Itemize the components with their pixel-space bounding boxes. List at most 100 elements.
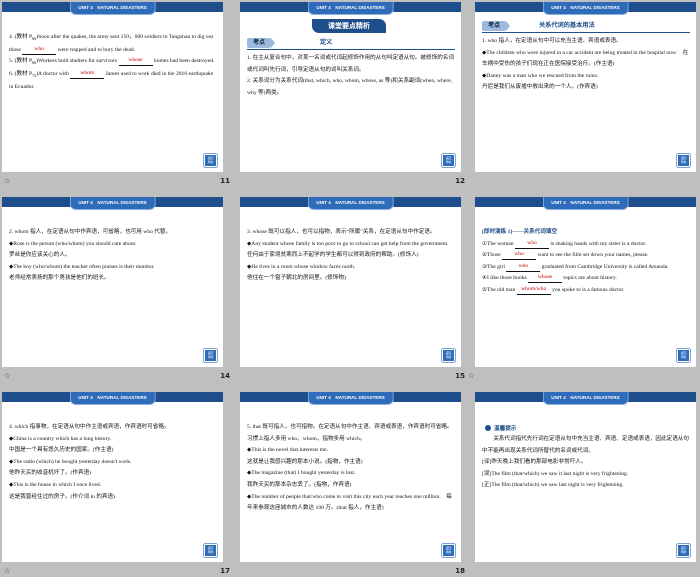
slide-thumbnail[interactable]: UNIT 4 NATURAL DISASTERS [即时演练 1]——关系代词填空… [475, 197, 696, 367]
back-navigation-button[interactable]: 返回 导航 [442, 154, 455, 167]
answer-blank[interactable]: who [514, 239, 549, 249]
slide-number: 15 [455, 372, 465, 380]
button-label: 导航 [445, 354, 452, 359]
slide-header-label: UNIT 4 NATURAL DISASTERS [69, 197, 156, 210]
text-line: ◆China is a country which has a long his… [9, 435, 112, 442]
button-label: 导航 [445, 159, 452, 164]
slide-thumbnail[interactable]: UNIT 4 NATURAL DISASTERS 考点 关系代词的基本用法 1. wh… [475, 2, 696, 172]
text-line: [正]The film (that/which) we saw last nig… [482, 482, 624, 489]
answer-blank[interactable]: who [22, 45, 57, 55]
text-segment: )Workers built shelters for survivors [36, 58, 119, 65]
text-line: ④I like those books whose topics are abo… [482, 273, 690, 285]
slide-body: 1. 在主从复合句中，对某一名词或代词起修饰作用的从句叫定语从句。被修饰的名词或… [247, 53, 455, 99]
text-line: 3. whose 既可以指人，也可以指物，表示“所属”关系，在定语从句中作定语。 [247, 229, 436, 235]
text-line: 5. (教材 P66)Workers built shelters for su… [9, 56, 217, 69]
slide-body: 4. which 指事物，在定语从句中作主语或宾语，作宾语时可省略。 ◆China… [9, 422, 217, 503]
button-label: 导航 [445, 549, 452, 554]
text-line: 老师经常表扬的那个男孩是他们的班长。 [9, 275, 110, 282]
practice-heading: [即时演练 1]——关系代词填空 [482, 229, 558, 235]
text-line: 这是我曾经住过的房子。(作介词 in 的宾语) [9, 493, 115, 500]
slide-thumbnail[interactable]: UNIT 4 NATURAL DISASTERS 2. whom 指人，在定语从句… [2, 197, 223, 367]
slide-number: 17 [220, 567, 230, 575]
back-navigation-button[interactable]: 返回 导航 [677, 544, 690, 557]
slide-header-label: UNIT 4 NATURAL DISASTERS [69, 392, 156, 405]
star-icon[interactable]: ☆ [4, 372, 10, 380]
answer-blank[interactable]: whom [70, 69, 105, 79]
slide-thumbnail[interactable]: UNIT 4 NATURAL DISASTERS 4. (教材 P66)Soon … [2, 2, 223, 172]
slide-body: 2. whom 指人，在定语从句中作宾语，可省略，也可用 who 代替。 ◆Ros… [9, 227, 217, 285]
text-line: 丹尼是我们从废墟中救出来的一个人。(作宾语) [482, 84, 598, 91]
kaodian-underline [247, 49, 455, 50]
back-navigation-button[interactable]: 返回 导航 [204, 349, 217, 362]
text-segment: ⑤The old man [482, 286, 517, 293]
text-line: ◆Danny was a man who we rescued from the… [482, 72, 599, 79]
answer-blank[interactable]: who [506, 262, 541, 272]
text-segment: homes had been destroyed. [152, 58, 215, 65]
star-icon[interactable]: ☆ [4, 567, 10, 575]
slide-header-label: UNIT 4 NATURAL DISASTERS [69, 2, 156, 15]
text-line: 2. 关系词分为关系代词(that, which, who, whom, who… [247, 78, 453, 96]
text-line: 他昨天买的收音机坏了。(作宾语) [9, 470, 92, 477]
slide-body: 3. whose 既可以指人，也可以指物，表示“所属”关系，在定语从句中作定语。… [247, 227, 455, 285]
answer-blank[interactable]: whose [118, 56, 153, 67]
text-segment: graduated from Cambridge University is c… [540, 263, 669, 270]
back-navigation-button[interactable]: 返回 导航 [204, 154, 217, 167]
slide-header-bar: UNIT 4 NATURAL DISASTERS [475, 392, 696, 405]
back-navigation-button[interactable]: 返回 导航 [204, 544, 217, 557]
text-segment: is shaking hands with my sister is a doc… [548, 240, 647, 247]
text-line: ◆This is the house in which I once lived… [9, 481, 102, 488]
button-label: 导航 [680, 549, 687, 554]
text-line: 我昨天买的那本杂志丢了。(指物，作宾语) [247, 481, 352, 488]
text-line: 这就是让我感兴趣的那本小说。(指物，作主语) [247, 458, 363, 465]
back-navigation-button[interactable]: 返回 导航 [677, 349, 690, 362]
text-segment: 5. (教材 P [9, 58, 33, 65]
text-segment: ①The woman [482, 240, 515, 247]
text-line: ◆Rose is the person (who/whom) you shoul… [9, 240, 137, 247]
slide-thumbnail[interactable]: UNIT 4 NATURAL DISASTERS 温馨提示 关系代词指代先行词在定… [475, 392, 696, 562]
star-icon[interactable]: ☆ [468, 372, 474, 380]
text-line: 4. which 指事物，在定语从句中作主语或宾语，作宾语时可省略。 [9, 424, 170, 430]
text-line: 中国是一个具有悠久历史的国家。(作主语) [9, 447, 114, 454]
slide-header-label: UNIT 4 NATURAL DISASTERS [307, 392, 394, 405]
slide-thumbnail[interactable]: UNIT 4 NATURAL DISASTERS 课堂要点精析 考点 定义 1. 在主从… [240, 2, 461, 172]
text-line: ◆Any student whose family is too poor to… [247, 240, 449, 247]
warm-tip-heading: 温馨提示 [485, 424, 516, 432]
text-line: [译]昨天晚上我们看的那部电影非常吓人。 [482, 459, 587, 466]
answer-blank[interactable]: whom/who [516, 285, 551, 295]
answer-blank[interactable]: whose [528, 273, 563, 284]
text-line: ◆The number of people that/who come to v… [247, 493, 452, 512]
star-icon[interactable]: ☆ [4, 177, 10, 185]
text-line: 1. 在主从复合句中，对某一名词或代词起修饰作用的从句叫定语从句。被修饰的名词或… [247, 55, 454, 73]
back-navigation-button[interactable]: 返回 导航 [442, 349, 455, 362]
slide-header-label: UNIT 4 NATURAL DISASTERS [307, 2, 394, 15]
slide-thumbnail[interactable]: UNIT 4 NATURAL DISASTERS 4. which 指事物，在定语… [2, 392, 223, 562]
text-line: 2. whom 指人，在定语从句中作宾语，可省略，也可用 who 代替。 [9, 229, 172, 235]
text-line: 5. that 既可指人，也可指物。在定语从句中作主语、宾语或表语，作宾语时可省… [247, 424, 453, 442]
slide-body: 关系代词指代先行词在定语从句中充当主语、宾语、定语或表语，因此定语从句中不能再出… [482, 434, 690, 492]
answer-blank[interactable]: who [502, 250, 537, 261]
back-navigation-button[interactable]: 返回 导航 [442, 544, 455, 557]
text-line: ◆The children who were injured in a car … [482, 49, 689, 68]
text-line: 关系代词指代先行词在定语从句中充当主语、宾语、定语或表语，因此定语从句中不能再出… [482, 436, 689, 454]
text-segment: )A doctor with [36, 71, 71, 77]
warm-tip-label: 温馨提示 [494, 426, 517, 432]
text-segment: topics are about history. [562, 275, 617, 282]
text-line: 4. (教材 P66)Soon after the quakes, the ar… [9, 32, 217, 56]
text-segment: were trapped and to bury the dead. [56, 46, 136, 53]
text-line: ◆He lives in a room whose window faces n… [247, 263, 356, 270]
slide-thumbnail[interactable]: UNIT 4 NATURAL DISASTERS 5. that 既可指人，也可指… [240, 392, 461, 562]
slide-number: 18 [455, 567, 465, 575]
slide-header-bar: UNIT 4 NATURAL DISASTERS [475, 2, 696, 15]
text-segment: ③The girl [482, 263, 507, 270]
slide-thumbnail[interactable]: UNIT 4 NATURAL DISASTERS 3. whose 既可以指人，也… [240, 197, 461, 367]
slide-body: [即时演练 1]——关系代词填空 ①The woman who is shakin… [482, 227, 690, 297]
back-navigation-button[interactable]: 返回 导航 [677, 154, 690, 167]
text-segment: 4. (教材 P [9, 34, 33, 40]
kaodian-title: 关系代词的基本用法 [539, 22, 595, 29]
text-line: ③The girl who graduated from Cambridge U… [482, 262, 690, 274]
text-line: ②Those who want to see the film set down… [482, 250, 690, 262]
slide-header-bar: UNIT 4 NATURAL DISASTERS [2, 392, 223, 405]
text-line: [误]The film (that/which) we saw it last … [482, 470, 629, 477]
kaodian-underline [482, 32, 690, 33]
text-line: ①The woman who is shaking hands with my … [482, 239, 690, 251]
